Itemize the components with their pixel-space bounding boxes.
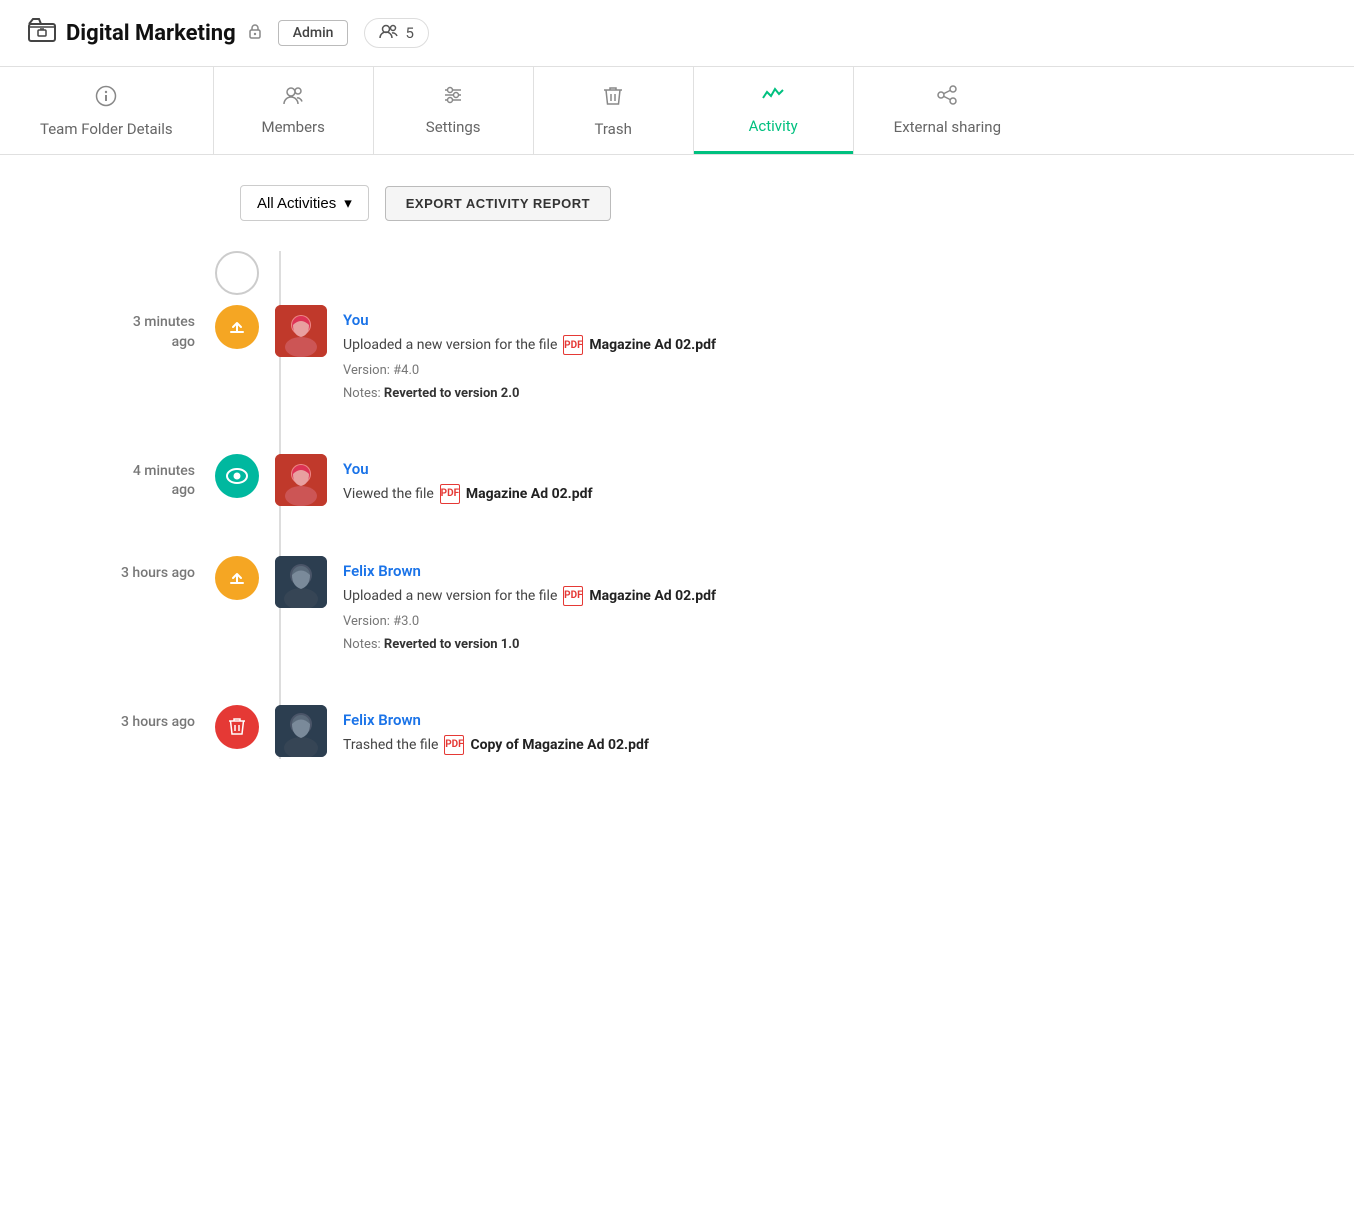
main-content: All Activities ▾ EXPORT ACTIVITY REPORT …: [0, 155, 1354, 837]
event-content: Felix Brown Uploaded a new version for t…: [343, 556, 1314, 657]
view-dot: [215, 454, 259, 498]
pdf-icon: PDF: [563, 335, 583, 355]
pdf-icon: PDF: [563, 586, 583, 606]
tab-label: Team Folder Details: [40, 120, 173, 138]
export-button[interactable]: EXPORT ACTIVITY REPORT: [385, 186, 611, 221]
desc-text: Viewed the file: [343, 486, 434, 502]
members-icon: [379, 23, 399, 43]
tab-label: External sharing: [894, 118, 1001, 136]
activity-item: 3 hours ago Felix Brown: [40, 705, 1314, 759]
activity-item: 3 minutesago You Uploaded: [40, 305, 1314, 406]
event-content: Felix Brown Trashed the file PDF Copy of…: [343, 705, 1314, 759]
file-name: Copy of Magazine Ad 02.pdf: [470, 737, 648, 753]
folder-icon: [28, 18, 56, 48]
activity-timeline: 3 minutesago You Uploaded: [40, 251, 1314, 759]
event-description: Uploaded a new version for the file PDF …: [343, 586, 1314, 606]
desc-text: Uploaded a new version for the file: [343, 588, 557, 604]
avatar: [275, 556, 327, 608]
external-sharing-icon: [936, 85, 958, 110]
tab-label: Settings: [426, 118, 481, 136]
tab-label: Members: [261, 118, 324, 136]
lock-icon: [248, 23, 262, 43]
members-badge[interactable]: 5: [364, 18, 428, 48]
activity-icon: [762, 85, 784, 109]
chevron-down-icon: ▾: [344, 194, 352, 212]
timeline-top-circle: [215, 251, 259, 295]
event-description: Trashed the file PDF Copy of Magazine Ad…: [343, 735, 1314, 755]
event-content: You Uploaded a new version for the file …: [343, 305, 1314, 406]
pdf-icon: PDF: [440, 484, 460, 504]
event-user[interactable]: You: [343, 311, 1314, 329]
tab-settings[interactable]: Settings: [374, 67, 534, 154]
event-meta: Version: #4.0 Notes: Reverted to version…: [343, 359, 1314, 406]
tab-label: Trash: [594, 120, 631, 138]
event-user[interactable]: You: [343, 460, 1314, 478]
tab-activity[interactable]: Activity: [694, 67, 854, 154]
upload-dot: [215, 305, 259, 349]
tab-members[interactable]: Members: [214, 67, 374, 154]
time-label: 3 hours ago: [40, 556, 215, 584]
file-name: Magazine Ad 02.pdf: [589, 337, 716, 353]
tab-team-folder-details[interactable]: Team Folder Details: [0, 67, 214, 154]
event-description: Viewed the file PDF Magazine Ad 02.pdf: [343, 484, 1314, 504]
members-count: 5: [405, 24, 413, 42]
tab-label: Activity: [749, 117, 798, 135]
activity-toolbar: All Activities ▾ EXPORT ACTIVITY REPORT: [240, 185, 1314, 221]
file-name: Magazine Ad 02.pdf: [466, 486, 593, 502]
admin-badge: Admin: [278, 20, 349, 46]
upload-dot: [215, 556, 259, 600]
event-meta: Version: #3.0 Notes: Reverted to version…: [343, 610, 1314, 657]
time-label: 3 minutesago: [40, 305, 215, 352]
desc-text: Uploaded a new version for the file: [343, 337, 557, 353]
avatar: [275, 705, 327, 757]
event-user[interactable]: Felix Brown: [343, 711, 1314, 729]
trash-icon: [603, 85, 623, 112]
time-label: 4 minutesago: [40, 454, 215, 501]
trash-dot: [215, 705, 259, 749]
tab-bar: Team Folder Details Members Settings: [0, 67, 1354, 155]
filter-dropdown[interactable]: All Activities ▾: [240, 185, 369, 221]
settings-icon: [442, 85, 464, 110]
activity-item: 3 hours ago Felix Brown U: [40, 556, 1314, 657]
time-label: 3 hours ago: [40, 705, 215, 733]
tab-external-sharing[interactable]: External sharing: [854, 67, 1041, 154]
filter-label: All Activities: [257, 195, 336, 212]
desc-text: Trashed the file: [343, 737, 438, 753]
pdf-icon: PDF: [444, 735, 464, 755]
page-header: Digital Marketing Admin 5: [0, 0, 1354, 67]
folder-title: Digital Marketing: [28, 18, 262, 48]
event-user[interactable]: Felix Brown: [343, 562, 1314, 580]
info-icon: [95, 85, 117, 112]
event-description: Uploaded a new version for the file PDF …: [343, 335, 1314, 355]
avatar: [275, 454, 327, 506]
tab-trash[interactable]: Trash: [534, 67, 694, 154]
file-name: Magazine Ad 02.pdf: [589, 588, 716, 604]
members-tab-icon: [282, 85, 304, 110]
activity-item: 4 minutesago You Viewed t: [40, 454, 1314, 508]
event-content: You Viewed the file PDF Magazine Ad 02.p…: [343, 454, 1314, 508]
avatar: [275, 305, 327, 357]
folder-name: Digital Marketing: [66, 21, 236, 46]
